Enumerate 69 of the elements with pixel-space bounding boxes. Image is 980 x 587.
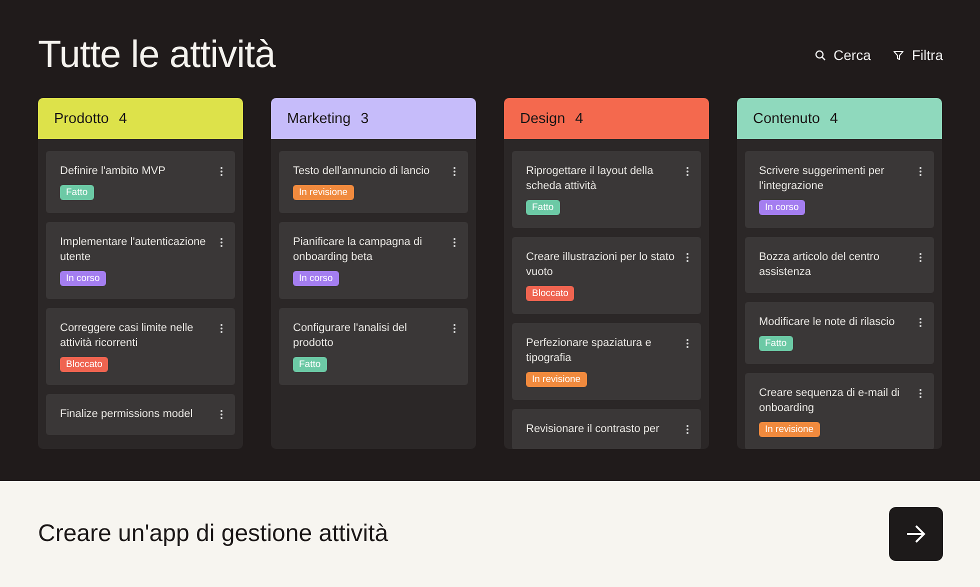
arrow-right-icon bbox=[906, 525, 926, 543]
task-card[interactable]: Riprogettare il layout della scheda attività Fatto bbox=[512, 151, 701, 228]
task-card[interactable]: Correggere casi limite nelle attività ricorrenti Bloccato bbox=[46, 308, 235, 385]
more-icon[interactable] bbox=[919, 318, 922, 327]
task-title: Configurare l'analisi del prodotto bbox=[293, 321, 408, 351]
more-icon[interactable] bbox=[220, 167, 223, 176]
task-card[interactable]: Definire l'ambito MVP Fatto bbox=[46, 151, 235, 213]
status-tag: In revisione bbox=[526, 372, 587, 387]
task-card[interactable]: Scrivere suggerimenti per l'integrazione In corso bbox=[745, 151, 934, 228]
status-tag: In revisione bbox=[293, 185, 354, 200]
status-tag: Fatto bbox=[759, 336, 793, 351]
task-title: Definire l'ambito MVP bbox=[60, 164, 166, 179]
column-header: Design 4 bbox=[504, 98, 709, 139]
task-card[interactable]: Modificare le note di rilascio Fatto bbox=[745, 302, 934, 364]
more-icon[interactable] bbox=[453, 324, 456, 333]
more-icon[interactable] bbox=[686, 425, 689, 434]
task-title: Bozza articolo del centro assistenza bbox=[759, 250, 880, 280]
more-icon[interactable] bbox=[919, 389, 922, 398]
more-icon[interactable] bbox=[686, 253, 689, 262]
status-tag: Bloccato bbox=[60, 357, 108, 372]
task-card[interactable]: Creare sequenza di e-mail di onboarding In revisione bbox=[745, 373, 934, 449]
status-tag: Fatto bbox=[526, 200, 560, 215]
search-button[interactable]: Cerca bbox=[814, 47, 871, 63]
more-icon[interactable] bbox=[686, 339, 689, 348]
task-card[interactable]: Creare illustrazioni per lo stato vuoto Bloccato bbox=[512, 237, 701, 314]
task-title: Creare illustrazioni per lo stato vuoto bbox=[526, 250, 676, 280]
more-icon[interactable] bbox=[453, 167, 456, 176]
status-tag: In corso bbox=[759, 200, 805, 215]
status-tag: In revisione bbox=[759, 422, 820, 437]
page-title: Tutte le attività bbox=[38, 34, 276, 76]
task-title: Testo dell'annuncio di lancio bbox=[293, 164, 431, 179]
status-tag: In corso bbox=[293, 271, 339, 286]
task-card[interactable]: Finalize permissions model bbox=[46, 394, 235, 435]
more-icon[interactable] bbox=[919, 253, 922, 262]
task-card[interactable]: Pianificare la campagna di onboarding beta In corso bbox=[279, 222, 468, 299]
column-header: Prodotto 4 bbox=[38, 98, 243, 139]
status-tag: Bloccato bbox=[526, 286, 574, 301]
status-tag: In corso bbox=[60, 271, 106, 286]
task-card[interactable]: Revisionare il contrasto per bbox=[512, 409, 701, 449]
filter-button[interactable]: Filtra bbox=[892, 47, 943, 63]
more-icon[interactable] bbox=[220, 410, 223, 419]
task-title: Revisionare il contrasto per bbox=[526, 422, 660, 437]
more-icon[interactable] bbox=[686, 167, 689, 176]
task-title: Modificare le note di rilascio bbox=[759, 315, 896, 330]
column-header: Contenuto 4 bbox=[737, 98, 942, 139]
task-card[interactable]: Implementare l'autenticazione utente In corso bbox=[46, 222, 235, 299]
more-icon[interactable] bbox=[919, 167, 922, 176]
task-title: Perfezionare spaziatura e tipografia bbox=[526, 336, 652, 366]
search-icon bbox=[814, 50, 826, 60]
task-title: Implementare l'autenticazione utente bbox=[60, 235, 207, 265]
task-card[interactable]: Bozza articolo del centro assistenza bbox=[745, 237, 934, 293]
column-header: Marketing 3 bbox=[271, 98, 476, 139]
more-icon[interactable] bbox=[453, 238, 456, 247]
more-icon[interactable] bbox=[220, 238, 223, 247]
more-icon[interactable] bbox=[220, 324, 223, 333]
task-title: Creare sequenza di e-mail di onboarding bbox=[759, 386, 901, 416]
status-tag: Fatto bbox=[60, 185, 94, 200]
task-title: Correggere casi limite nelle attività ricorrenti bbox=[60, 321, 194, 351]
task-title: Scrivere suggerimenti per l'integrazione bbox=[759, 164, 886, 194]
status-tag: Fatto bbox=[293, 357, 327, 372]
filter-icon bbox=[892, 50, 904, 60]
task-card[interactable]: Perfezionare spaziatura e tipografia In revisione bbox=[512, 323, 701, 400]
task-title: Pianificare la campagna di onboarding beta bbox=[293, 235, 424, 265]
task-card[interactable]: Configurare l'analisi del prodotto Fatto bbox=[279, 308, 468, 385]
task-title: Finalize permissions model bbox=[60, 407, 194, 422]
task-card[interactable]: Testo dell'annuncio di lancio In revisione bbox=[279, 151, 468, 213]
next-button[interactable] bbox=[889, 507, 943, 561]
task-title: Riprogettare il layout della scheda attività bbox=[526, 164, 654, 194]
caption: Creare un'app di gestione attività bbox=[38, 520, 388, 548]
